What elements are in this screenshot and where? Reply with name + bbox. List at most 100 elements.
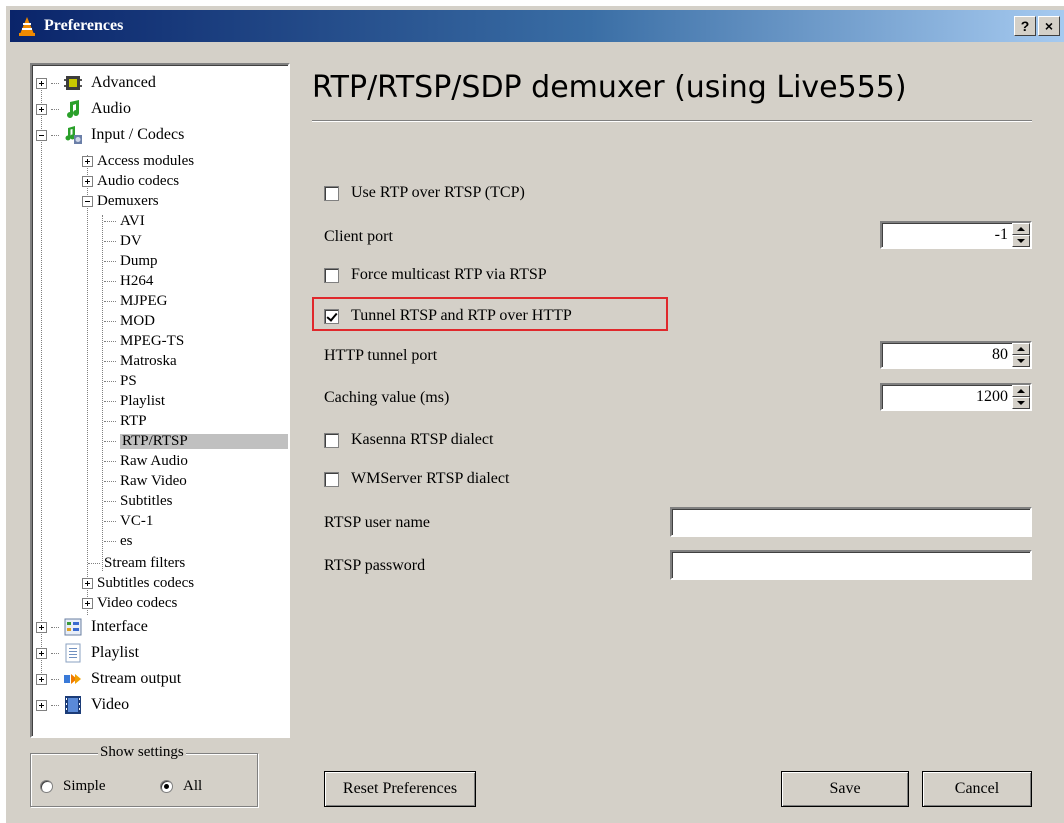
rtsp-user-input[interactable] <box>670 507 1032 537</box>
wmserver-option[interactable]: WMServer RTSP dialect <box>324 470 509 488</box>
tree-item-label: MOD <box>120 312 156 329</box>
tree-item-stream-output[interactable]: Stream output <box>36 669 181 689</box>
tree-item-es[interactable]: es <box>104 533 133 549</box>
tree-item-avi[interactable]: AVI <box>104 213 145 229</box>
force-multicast-checkbox[interactable] <box>324 267 339 283</box>
use-rtp-over-rtsp-checkbox[interactable] <box>324 185 339 201</box>
tree-item-vc1[interactable]: VC-1 <box>104 513 153 529</box>
kasenna-option[interactable]: Kasenna RTSP dialect <box>324 431 493 449</box>
tree-item-video-codecs[interactable]: Video codecs <box>82 595 177 611</box>
tree-item-label: MJPEG <box>120 292 168 309</box>
tree-item-ps[interactable]: PS <box>104 373 137 389</box>
input-codecs-icon <box>63 125 83 145</box>
tree-item-audio[interactable]: Audio <box>36 99 131 119</box>
caching-value-value[interactable]: 1200 <box>882 385 1012 409</box>
tree-item-subtitles-codecs[interactable]: Subtitles codecs <box>82 575 194 591</box>
tree-item-label: Demuxers <box>97 192 159 209</box>
tree-item-label: Playlist <box>91 644 140 661</box>
tree-item-label: Stream output <box>91 670 182 687</box>
caching-value-spinbox[interactable]: 1200 <box>880 383 1032 411</box>
tree-item-input-codecs[interactable]: Input / Codecs <box>36 125 184 145</box>
tree-item-playlist[interactable]: Playlist <box>36 643 139 663</box>
tree-item-audio-codecs[interactable]: Audio codecs <box>82 173 179 189</box>
all-radio[interactable] <box>160 780 173 793</box>
tree-item-mjpeg[interactable]: MJPEG <box>104 293 168 309</box>
use-rtp-over-rtsp-label: Use RTP over RTSP (TCP) <box>351 184 525 201</box>
spin-down-icon[interactable] <box>1012 235 1030 247</box>
tree-item-label: Input / Codecs <box>91 126 185 143</box>
expand-icon[interactable] <box>36 621 47 633</box>
tree-connector <box>87 155 88 615</box>
spin-up-icon[interactable] <box>1012 343 1030 355</box>
tree-item-h264[interactable]: H264 <box>104 273 153 289</box>
kasenna-label: Kasenna RTSP dialect <box>351 431 494 448</box>
tree-item-rtp[interactable]: RTP <box>104 413 147 429</box>
tree-item-raw-audio[interactable]: Raw Audio <box>104 453 188 469</box>
spin-up-icon[interactable] <box>1012 223 1030 235</box>
tree-item-stream-filters[interactable]: Stream filters <box>88 555 185 571</box>
simple-radio-option[interactable]: Simple <box>40 778 106 795</box>
page-title: RTP/RTSP/SDP demuxer (using Live555) <box>312 70 907 105</box>
all-radio-option[interactable]: All <box>160 778 202 795</box>
tree-item-label: Playlist <box>120 392 166 409</box>
help-button[interactable]: ? <box>1014 16 1036 36</box>
tree-item-advanced[interactable]: Advanced <box>36 73 156 93</box>
http-tunnel-port-label: HTTP tunnel port <box>324 347 438 364</box>
tree-item-dump[interactable]: Dump <box>104 253 158 269</box>
client-port-value[interactable]: -1 <box>882 223 1012 247</box>
tree-item-label: Video <box>91 696 130 713</box>
expand-icon[interactable] <box>36 647 47 659</box>
client-port-spinbox[interactable]: -1 <box>880 221 1032 249</box>
collapse-icon[interactable] <box>36 129 47 141</box>
tree-item-rtp-rtsp[interactable]: RTP/RTSP <box>104 433 288 449</box>
spin-down-icon[interactable] <box>1012 397 1030 409</box>
spin-up-icon[interactable] <box>1012 385 1030 397</box>
cancel-button[interactable]: Cancel <box>922 771 1032 807</box>
expand-icon[interactable] <box>82 597 93 609</box>
tree-item-playlist-demux[interactable]: Playlist <box>104 393 165 409</box>
http-tunnel-port-value[interactable]: 80 <box>882 343 1012 367</box>
rtsp-password-input[interactable] <box>670 550 1032 580</box>
http-tunnel-port-spinbox[interactable]: 80 <box>880 341 1032 369</box>
expand-icon[interactable] <box>82 577 93 589</box>
tree-item-matroska[interactable]: Matroska <box>104 353 177 369</box>
wmserver-checkbox[interactable] <box>324 471 339 487</box>
tunnel-http-option[interactable]: Tunnel RTSP and RTP over HTTP <box>324 307 572 325</box>
playlist-icon <box>63 643 83 663</box>
tree-item-demuxers[interactable]: Demuxers <box>82 193 159 209</box>
title-bar[interactable]: Preferences ? × <box>10 10 1064 42</box>
tree-item-mod[interactable]: MOD <box>104 313 155 329</box>
category-tree[interactable]: Advanced Audio Input / Codecs Access mod… <box>30 63 290 738</box>
tree-item-mpeg-ts[interactable]: MPEG-TS <box>104 333 184 349</box>
tree-item-video[interactable]: Video <box>36 695 129 715</box>
tree-item-interface[interactable]: Interface <box>36 617 148 637</box>
expand-icon[interactable] <box>82 155 93 167</box>
tunnel-http-checkbox[interactable] <box>324 308 339 324</box>
expand-icon[interactable] <box>36 699 47 711</box>
force-multicast-option[interactable]: Force multicast RTP via RTSP <box>324 266 547 284</box>
tree-item-label: VC-1 <box>120 512 154 529</box>
close-button[interactable]: × <box>1038 16 1060 36</box>
tree-item-dv[interactable]: DV <box>104 233 142 249</box>
client-port-label: Client port <box>324 228 393 245</box>
expand-icon[interactable] <box>36 673 47 685</box>
expand-icon[interactable] <box>36 103 47 115</box>
kasenna-checkbox[interactable] <box>324 432 339 448</box>
collapse-icon[interactable] <box>82 195 93 207</box>
reset-preferences-button[interactable]: Reset Preferences <box>324 771 476 807</box>
expand-icon[interactable] <box>36 77 47 89</box>
tree-item-label: Advanced <box>91 74 156 91</box>
tree-item-subtitles[interactable]: Subtitles <box>104 493 173 509</box>
expand-icon[interactable] <box>82 175 93 187</box>
vlc-cone-icon <box>16 15 38 37</box>
tree-item-label: MPEG-TS <box>120 332 185 349</box>
tree-item-label: Access modules <box>97 152 195 169</box>
save-button[interactable]: Save <box>781 771 909 807</box>
simple-radio[interactable] <box>40 780 53 793</box>
tree-connector <box>102 215 103 571</box>
tree-item-label: RTP <box>120 412 147 429</box>
spin-down-icon[interactable] <box>1012 355 1030 367</box>
tree-item-raw-video[interactable]: Raw Video <box>104 473 187 489</box>
tree-item-access-modules[interactable]: Access modules <box>82 153 194 169</box>
use-rtp-over-rtsp-option[interactable]: Use RTP over RTSP (TCP) <box>324 184 525 202</box>
